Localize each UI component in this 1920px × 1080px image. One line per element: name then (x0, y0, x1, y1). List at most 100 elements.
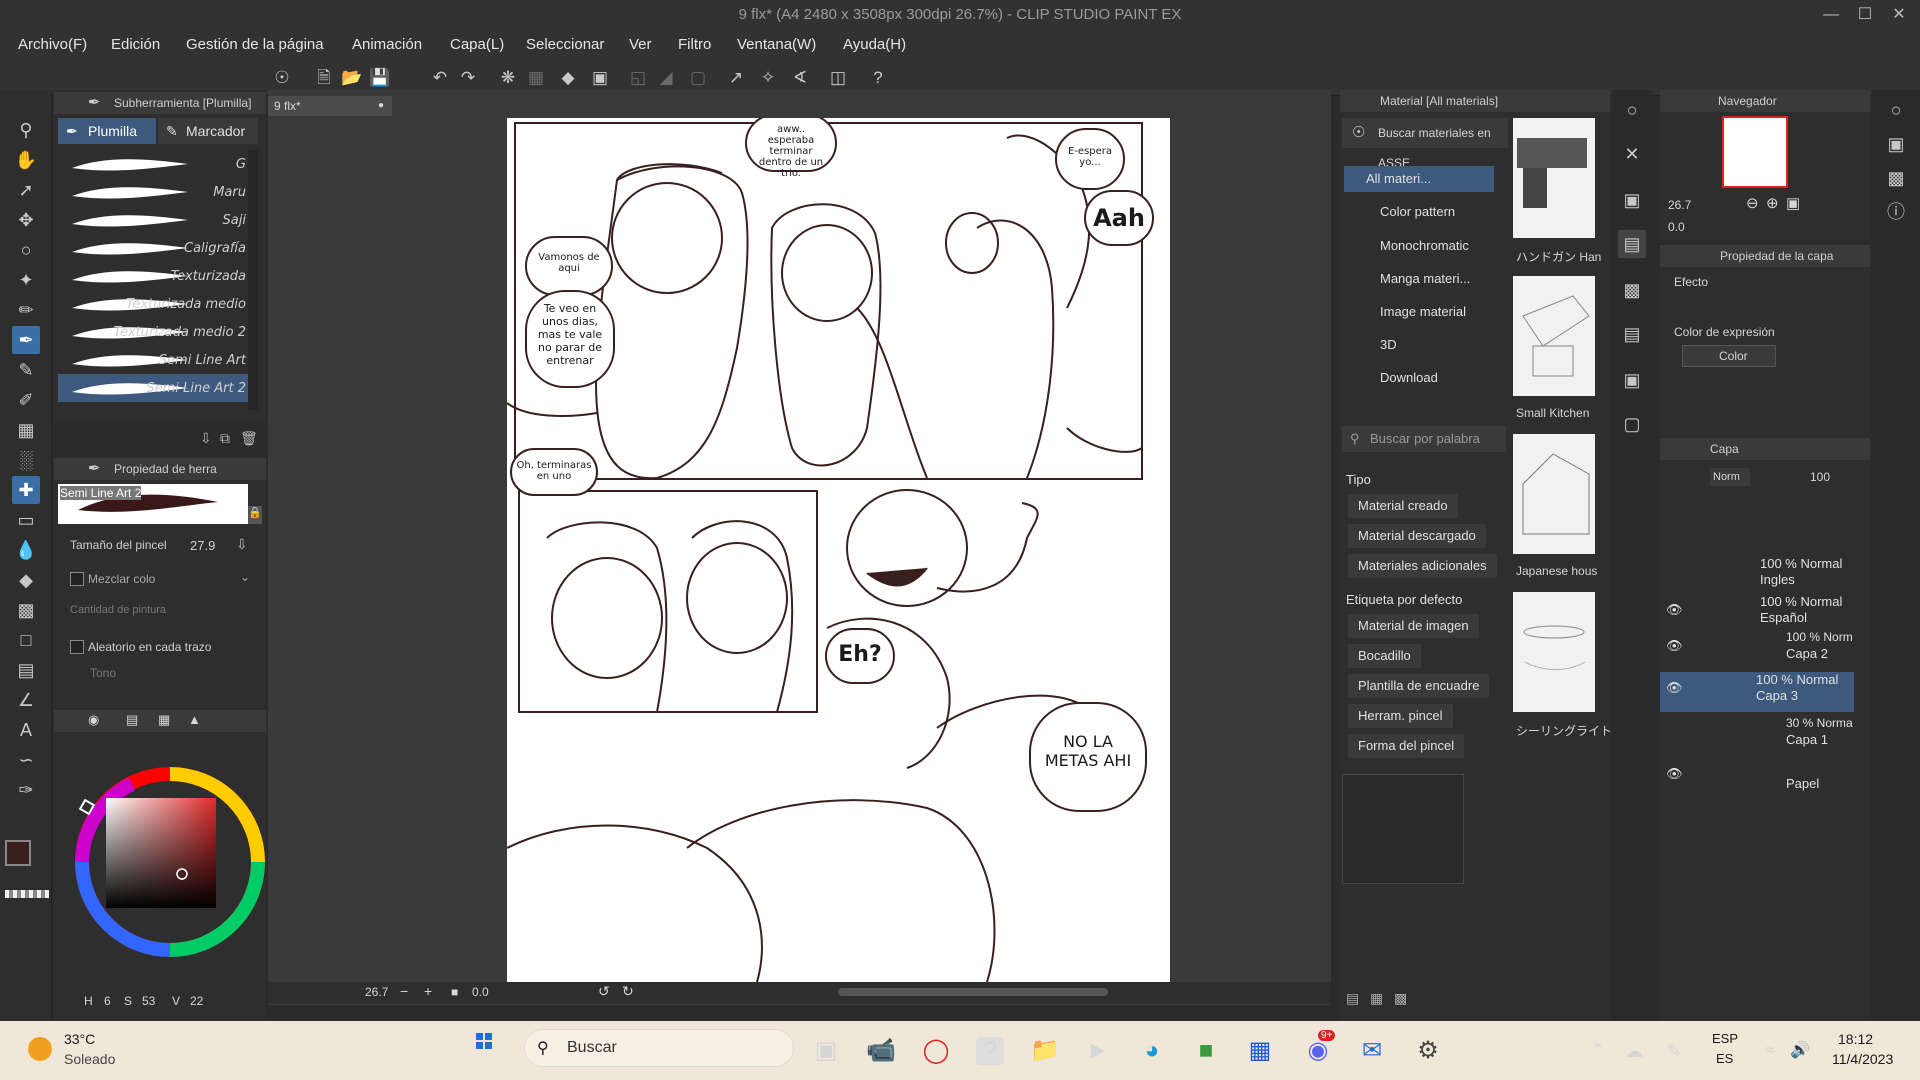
windows-start-icon[interactable] (476, 1033, 492, 1049)
tag-bocadillo[interactable]: Bocadillo (1348, 644, 1421, 668)
help-icon[interactable]: ? (866, 66, 890, 90)
type-material-creado[interactable]: Material creado (1348, 494, 1458, 518)
color-wheel-tab-icon[interactable]: ◉ (88, 712, 99, 728)
eyedropper-icon[interactable]: ✏ (12, 296, 40, 324)
wifi-icon[interactable]: ≈ (1756, 1037, 1784, 1065)
navigator-preview[interactable] (1722, 116, 1788, 188)
tab-plumilla[interactable]: ✒ Plumilla (58, 118, 156, 144)
brush-item[interactable]: Saji (58, 206, 250, 234)
operation-tool-icon[interactable]: ➚ (12, 176, 40, 204)
brush-item[interactable]: Caligrafía (58, 234, 250, 262)
strip-icon-6[interactable]: ▤ (1618, 320, 1646, 348)
zoom-in-circle-icon[interactable]: ⊕ (1766, 194, 1779, 212)
zoom-out-icon[interactable]: − (400, 983, 408, 999)
random-checkbox[interactable] (70, 640, 84, 654)
zoom-out-circle-icon[interactable]: ⊖ (1746, 194, 1759, 212)
menu-archivo[interactable]: Archivo(F) (18, 36, 87, 53)
material-thumb-ceiling-light[interactable] (1513, 592, 1595, 712)
decoration-tool-icon[interactable]: ✚ (12, 476, 40, 504)
menu-seleccionar[interactable]: Seleccionar (526, 36, 604, 53)
task-view-icon[interactable]: ▣ (812, 1037, 840, 1065)
layer-capa-3[interactable]: 👁 100 % Normal Capa 3 (1660, 672, 1854, 712)
opacity-value[interactable]: 100 (1810, 470, 1830, 484)
layer-capa-2[interactable]: 👁 100 % Norm Capa 2 (1660, 630, 1854, 670)
angle-value[interactable]: 0.0 (472, 985, 489, 999)
pen-taskbar-icon[interactable]: ✎ (1660, 1037, 1688, 1065)
material-thumb-kitchen[interactable] (1513, 276, 1595, 396)
tree-item-3d[interactable]: 3D (1380, 337, 1397, 352)
speech-balloon-5[interactable]: Te veo en unos dias, mas te vale no para… (525, 290, 615, 388)
mail-icon[interactable]: ✉ (1358, 1037, 1386, 1065)
layer-papel[interactable]: 👁 Papel (1660, 758, 1854, 798)
tree-item-image-material[interactable]: Image material (1380, 304, 1466, 319)
navigator-zoom[interactable]: 26.7 (1668, 198, 1691, 212)
edge-icon[interactable]: ◕ (1138, 1037, 1166, 1065)
brush-item[interactable]: Texturizada medio 2 (58, 318, 250, 346)
transform-icon[interactable]: ▣ (588, 66, 612, 90)
color-history-tab-icon[interactable]: ▲ (188, 712, 201, 727)
mix-color-checkbox[interactable] (70, 572, 84, 586)
right-strip-icon-3[interactable]: ▩ (1882, 164, 1910, 192)
brush-item[interactable]: Texturizada (58, 262, 250, 290)
horizontal-scrollbar[interactable] (838, 988, 1108, 996)
tree-item-all[interactable]: All materi... (1344, 166, 1494, 192)
balloon-tool-icon[interactable]: ∽ (12, 746, 40, 774)
color-set-tab-icon[interactable]: ▦ (158, 712, 170, 728)
view-details-icon[interactable]: ▦ (1370, 990, 1383, 1007)
tag-forma-pincel[interactable]: Forma del pincel (1348, 734, 1465, 758)
menu-filtro[interactable]: Filtro (678, 36, 711, 53)
lock-icon[interactable]: 🔒 (248, 506, 262, 524)
volume-icon[interactable]: 🔊 (1786, 1037, 1814, 1065)
fit-page-icon[interactable]: ▣ (1786, 194, 1800, 212)
speech-balloon-7[interactable]: Eh? (825, 628, 895, 684)
open-folder-icon[interactable]: 📂 (340, 66, 364, 90)
lasso-tool-icon[interactable]: ○ (12, 236, 40, 264)
zoom-tool-icon[interactable]: ⚲ (12, 116, 40, 144)
frame-tool-icon[interactable]: ▦ (12, 416, 40, 444)
menu-gestion-pagina[interactable]: Gestión de la página (186, 36, 324, 53)
right-strip-icon-4[interactable]: ⓘ (1882, 198, 1910, 226)
selection-icon[interactable]: ▦ (524, 66, 548, 90)
clock-date[interactable]: 11/4/2023 (1832, 1051, 1893, 1067)
tab-marcador[interactable]: ✎ Marcador (158, 118, 258, 144)
minimize-icon[interactable]: — (1816, 0, 1846, 30)
app-icon[interactable]: ► (1084, 1037, 1112, 1065)
figure-tool-icon[interactable]: □ (12, 626, 40, 654)
main-color-swatch[interactable] (5, 840, 31, 866)
brush-size-value[interactable]: 27.9 (190, 538, 215, 553)
clip-studio-icon[interactable]: ☉ (270, 66, 294, 90)
snap-special-icon[interactable]: ✧ (756, 66, 780, 90)
clear-selection-icon[interactable]: ❋ (496, 66, 520, 90)
tree-item-download[interactable]: Download (1380, 370, 1438, 385)
menu-ventana[interactable]: Ventana(W) (737, 36, 816, 53)
strip-icon-4[interactable]: ▤ (1618, 230, 1646, 258)
tree-item-monochromatic[interactable]: Monochromatic (1380, 238, 1469, 253)
weather-sun-icon[interactable] (28, 1037, 52, 1061)
airbrush-icon[interactable]: ░ (12, 446, 40, 474)
material-thumb-house[interactable] (1513, 434, 1595, 554)
clock-time[interactable]: 18:12 (1838, 1031, 1873, 1047)
tablet-icon[interactable]: ◫ (826, 66, 850, 90)
panel-border-icon[interactable]: ▤ (12, 656, 40, 684)
pencil-tool-icon[interactable]: ✎ (12, 356, 40, 384)
settings-gear-icon[interactable]: ⚙ (1414, 1037, 1442, 1065)
opera-icon[interactable]: ◯ (922, 1037, 950, 1065)
speech-balloon-2[interactable]: E-espera yo... (1055, 128, 1125, 190)
undo-icon[interactable]: ↶ (428, 66, 452, 90)
eye-icon[interactable]: 👁 (1666, 680, 1683, 696)
fill-icon[interactable]: ◆ (556, 66, 580, 90)
brush-item[interactable]: Semi Line Art (58, 346, 250, 374)
ruler-icon[interactable]: ◱ (626, 66, 650, 90)
navigator-angle[interactable]: 0.0 (1668, 220, 1685, 234)
correct-line-icon[interactable]: ✑ (12, 776, 40, 804)
menu-ayuda[interactable]: Ayuda(H) (843, 36, 906, 53)
blend-tool-icon[interactable]: 💧 (12, 536, 40, 564)
minecraft-icon[interactable]: ■ (1192, 1037, 1220, 1065)
menu-edicion[interactable]: Edición (111, 36, 160, 53)
right-strip-icon-2[interactable]: ▣ (1882, 130, 1910, 158)
tag-herram-pincel[interactable]: Herram. pincel (1348, 704, 1453, 728)
duplicate-subtool-icon[interactable]: ⧉ (220, 430, 230, 447)
magic-wand-icon[interactable]: ✦ (12, 266, 40, 294)
cloud-icon[interactable]: ☁ (1620, 1037, 1648, 1065)
tab-close-icon[interactable]: ● (378, 96, 384, 116)
